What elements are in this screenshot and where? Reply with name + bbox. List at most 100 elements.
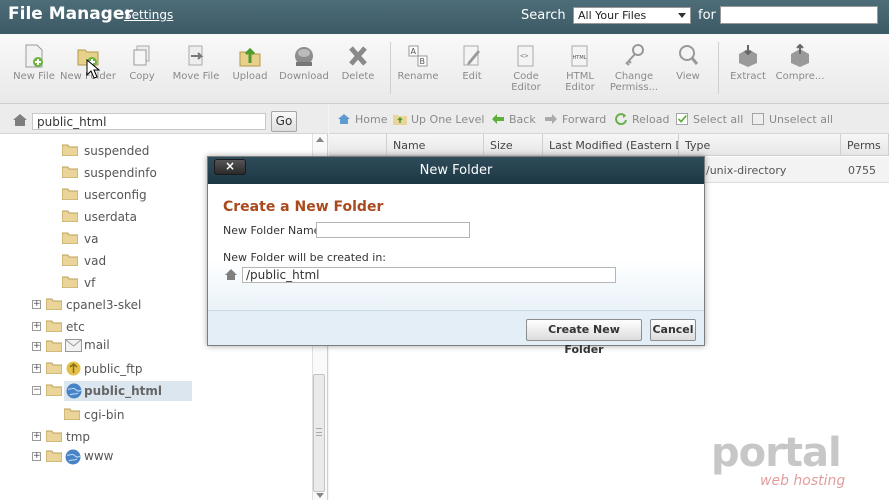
new-file-button[interactable]: New File	[5, 44, 63, 82]
column-header-name[interactable]: Name	[387, 134, 484, 156]
search-label: Search	[521, 8, 566, 23]
download-icon	[295, 47, 313, 66]
arrow-right-icon	[545, 114, 557, 124]
svg-text:<>: <>	[520, 52, 528, 60]
dialog-title-bar: × New Folder	[208, 157, 704, 184]
download-button[interactable]: Download	[275, 44, 333, 82]
checkbox-empty-icon	[752, 113, 764, 125]
folder-icon	[62, 144, 78, 156]
delete-label: Delete	[341, 71, 375, 82]
tree-item-label: userconfig	[84, 188, 147, 202]
upload-button[interactable]: Upload	[221, 44, 279, 82]
expand-icon[interactable]: +	[32, 322, 41, 331]
svg-text:A: A	[411, 47, 417, 56]
expand-icon[interactable]: +	[32, 300, 41, 309]
arrow-left-icon	[492, 114, 504, 124]
move-file-label: Move File	[172, 71, 220, 82]
forward-label: Forward	[562, 113, 607, 126]
go-button[interactable]: Go	[271, 111, 297, 132]
new-folder-dialog: × New Folder Create a New Folder New Fol…	[207, 156, 705, 356]
extract-button[interactable]: Extract	[719, 44, 777, 82]
column-header-perms[interactable]: Perms	[841, 134, 889, 156]
svg-text:B: B	[420, 57, 426, 66]
edit-icon	[463, 45, 480, 66]
change-permissions-label: Change Permiss...	[609, 71, 659, 93]
reload-button[interactable]: Reload	[614, 113, 669, 126]
unselect-all-button[interactable]: Unselect all	[751, 113, 833, 126]
dialog-heading: Create a New Folder	[223, 199, 384, 215]
rename-label: Rename	[397, 71, 439, 82]
rename-button[interactable]: AB Rename	[389, 44, 447, 82]
tree-item-label: www	[84, 449, 114, 463]
cancel-button[interactable]: Cancel	[650, 319, 696, 341]
tree-item-label: suspended	[84, 144, 150, 158]
folder-icon	[62, 166, 78, 178]
perms-cell: 0755	[848, 164, 876, 177]
mouse-cursor-icon	[86, 59, 100, 79]
html-editor-icon: HTML	[571, 45, 588, 67]
globe-icon	[66, 383, 82, 399]
tree-item-label: suspendinfo	[84, 166, 157, 180]
edit-button[interactable]: Edit	[443, 44, 501, 82]
view-button[interactable]: View	[659, 44, 717, 82]
column-header-type[interactable]: Type	[679, 134, 841, 156]
search-scope-select[interactable]: All Your Files	[573, 7, 691, 24]
column-header-size[interactable]: Size	[484, 134, 543, 156]
back-button[interactable]: Back	[491, 113, 536, 126]
expand-icon[interactable]: +	[32, 452, 41, 461]
up-one-level-button[interactable]: Up One Level	[393, 113, 484, 126]
upload-label: Upload	[232, 71, 268, 82]
compress-button[interactable]: Compre...	[771, 44, 829, 82]
tree-item-label: userdata	[84, 210, 137, 224]
home-nav-button[interactable]: Home	[337, 113, 387, 126]
tree-item-label: etc	[66, 320, 85, 334]
select-all-button[interactable]: Select all	[675, 113, 743, 126]
move-file-button[interactable]: Move File	[167, 44, 225, 82]
path-bar: public_html Go	[0, 104, 328, 134]
collapse-icon[interactable]: −	[32, 386, 41, 395]
html-editor-button[interactable]: HTML HTML Editor	[551, 44, 609, 93]
edit-label: Edit	[462, 71, 482, 82]
search-scope-value: All Your Files	[578, 9, 647, 22]
column-header-last-modified[interactable]: Last Modified (Eastern Da	[543, 134, 679, 156]
forward-button[interactable]: Forward	[544, 113, 606, 126]
watermark-tagline: web hosting	[760, 473, 846, 489]
move-file-icon	[188, 45, 204, 66]
scroll-up-arrow-icon[interactable]	[316, 137, 324, 142]
delete-button[interactable]: Delete	[329, 44, 387, 82]
checkbox-checked-icon	[676, 113, 688, 125]
svg-text:HTML: HTML	[573, 55, 587, 61]
location-input[interactable]: /public_html	[242, 267, 616, 283]
code-editor-button[interactable]: <> Code Editor	[497, 44, 555, 93]
folder-icon	[46, 340, 62, 352]
folder-icon	[46, 298, 62, 310]
folder-icon	[46, 320, 62, 332]
home-icon	[225, 269, 237, 280]
compress-label: Compre...	[775, 71, 825, 82]
scroll-down-arrow-icon[interactable]	[316, 493, 324, 498]
new-file-label: New File	[13, 71, 55, 82]
folder-name-input[interactable]	[316, 222, 470, 238]
app-header: File Manager Settings Search All Your Fi…	[0, 0, 889, 34]
expand-icon[interactable]: +	[32, 432, 41, 441]
view-label: View	[676, 71, 700, 82]
folder-icon	[46, 430, 62, 442]
settings-link[interactable]: Settings	[124, 8, 173, 22]
search-input[interactable]	[720, 6, 878, 24]
path-input[interactable]: public_html	[32, 113, 266, 130]
create-new-folder-button[interactable]: Create New Folder	[526, 319, 642, 356]
expand-icon[interactable]: +	[32, 342, 41, 351]
grip-icon	[316, 428, 322, 436]
change-permissions-button[interactable]: Change Permiss...	[605, 44, 663, 93]
copy-button[interactable]: Copy	[113, 44, 171, 82]
dialog-body: Create a New Folder New Folder Name: New…	[208, 184, 704, 310]
compress-icon	[791, 44, 809, 67]
rename-icon: AB	[408, 45, 428, 67]
expand-icon[interactable]: +	[32, 364, 41, 373]
location-label: New Folder will be created in:	[223, 251, 387, 264]
select-all-label: Select all	[693, 113, 744, 126]
unselect-all-label: Unselect all	[769, 113, 834, 126]
folder-name-label: New Folder Name:	[223, 224, 325, 237]
download-label: Download	[279, 71, 329, 82]
watermark-logo: portal	[711, 430, 842, 476]
